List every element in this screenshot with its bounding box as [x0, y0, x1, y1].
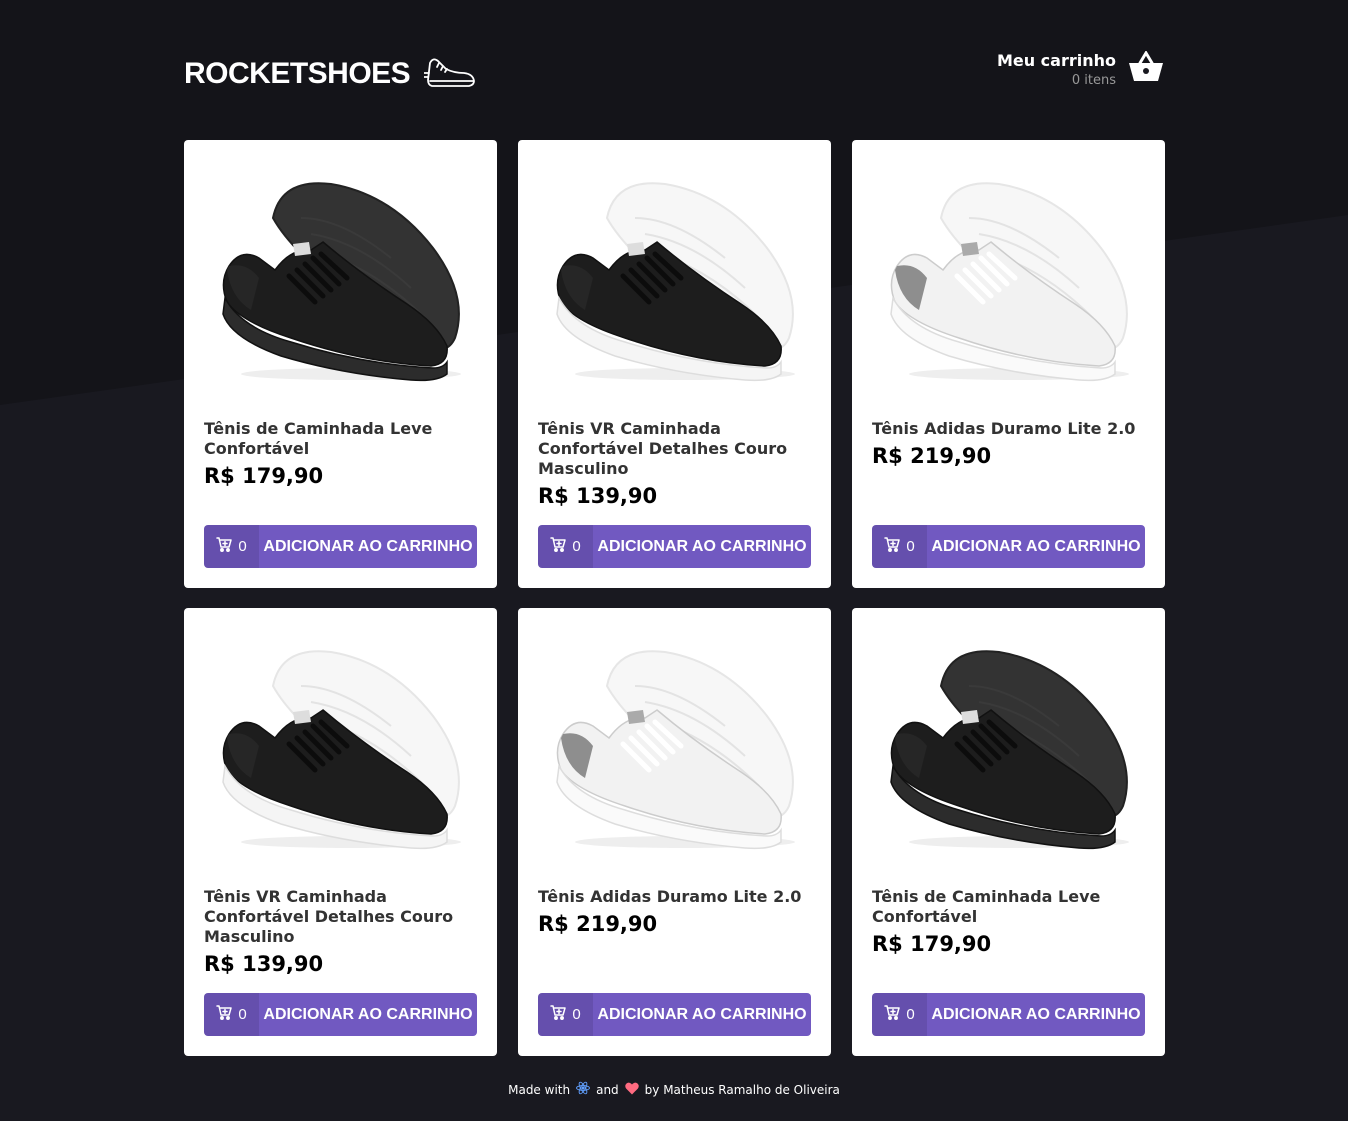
add-to-cart-label: ADICIONAR AO CARRINHO	[597, 1006, 807, 1023]
cart-title: Meu carrinho	[996, 50, 1116, 70]
product-image	[538, 628, 811, 873]
cart-amount: 0	[204, 993, 259, 1036]
product-price: R$ 219,90	[538, 912, 658, 936]
product-image	[872, 628, 1145, 873]
add-to-cart-button[interactable]: 0 ADICIONAR AO CARRINHO	[538, 525, 811, 568]
product-title: Tênis de Caminhada Leve Confortável	[872, 887, 1101, 926]
product-card: Tênis Adidas Duramo Lite 2.0 R$ 219,90 0…	[852, 140, 1165, 588]
cart-plus-icon	[884, 1005, 901, 1024]
add-to-cart-label: ADICIONAR AO CARRINHO	[931, 1006, 1141, 1023]
cart-amount-value: 0	[906, 538, 915, 555]
cart-amount-value: 0	[238, 538, 247, 555]
product-price: R$ 139,90	[538, 484, 658, 508]
product-card: Tênis VR Caminhada Confortável Detalhes …	[518, 140, 831, 588]
cart-amount-value: 0	[238, 1006, 247, 1023]
add-to-cart-label: ADICIONAR AO CARRINHO	[931, 538, 1141, 555]
cart-amount-value: 0	[906, 1006, 915, 1023]
footer-by: by Matheus Ramalho de Oliveira	[644, 1082, 840, 1097]
heart-icon	[624, 1082, 639, 1098]
react-icon	[576, 1081, 591, 1098]
add-to-cart-label: ADICIONAR AO CARRINHO	[263, 1006, 473, 1023]
product-list: Tênis de Caminhada Leve Confortável R$ 1…	[184, 140, 1165, 1056]
cart-amount: 0	[872, 993, 927, 1036]
add-to-cart-button[interactable]: 0 ADICIONAR AO CARRINHO	[538, 993, 811, 1036]
add-to-cart-button[interactable]: 0 ADICIONAR AO CARRINHO	[872, 525, 1145, 568]
cart-amount-value: 0	[572, 538, 581, 555]
cart-info: Meu carrinho 0 itens	[997, 51, 1116, 88]
shoe-logo-icon	[423, 53, 476, 95]
product-price: R$ 179,90	[204, 464, 324, 488]
header: ROCKETSHOES Meu carrinho 0 itens	[184, 0, 1164, 140]
product-title: Tênis de Caminhada Leve Confortável	[204, 419, 433, 458]
product-title: Tênis VR Caminhada Confortável Detalhes …	[538, 419, 788, 478]
add-to-cart-label: ADICIONAR AO CARRINHO	[597, 538, 807, 555]
add-to-cart-button[interactable]: 0 ADICIONAR AO CARRINHO	[204, 993, 477, 1036]
cart-plus-icon	[550, 1005, 567, 1024]
product-card: Tênis de Caminhada Leve Confortável R$ 1…	[852, 608, 1165, 1056]
footer-and: and	[596, 1082, 619, 1097]
cart-amount-value: 0	[572, 1006, 581, 1023]
product-image	[538, 160, 811, 405]
product-price: R$ 179,90	[872, 932, 992, 956]
cart-plus-icon	[550, 537, 567, 556]
product-title: Tênis VR Caminhada Confortável Detalhes …	[204, 887, 454, 946]
product-price: R$ 139,90	[204, 952, 324, 976]
product-card: Tênis VR Caminhada Confortável Detalhes …	[184, 608, 497, 1056]
add-to-cart-button[interactable]: 0 ADICIONAR AO CARRINHO	[872, 993, 1145, 1036]
product-card: Tênis de Caminhada Leve Confortável R$ 1…	[184, 140, 497, 588]
footer: Made with and by Matheus Ramalho de Oliv…	[184, 1081, 1164, 1098]
add-to-cart-label: ADICIONAR AO CARRINHO	[263, 538, 473, 555]
product-image	[204, 160, 477, 405]
cart-link[interactable]: Meu carrinho 0 itens	[997, 50, 1164, 88]
cart-amount: 0	[538, 993, 593, 1036]
cart-amount: 0	[538, 525, 593, 568]
cart-plus-icon	[216, 537, 233, 556]
footer-made-with: Made with	[508, 1082, 571, 1097]
logo[interactable]: ROCKETSHOES	[184, 53, 476, 95]
product-title: Tênis Adidas Duramo Lite 2.0	[538, 887, 802, 906]
cart-amount: 0	[204, 525, 259, 568]
product-image	[872, 160, 1145, 405]
product-card: Tênis Adidas Duramo Lite 2.0 R$ 219,90 0…	[518, 608, 831, 1056]
logo-text: ROCKETSHOES	[184, 57, 411, 90]
cart-plus-icon	[884, 537, 901, 556]
product-price: R$ 219,90	[872, 444, 992, 468]
add-to-cart-button[interactable]: 0 ADICIONAR AO CARRINHO	[204, 525, 477, 568]
basket-icon	[1128, 50, 1164, 87]
product-title: Tênis Adidas Duramo Lite 2.0	[872, 419, 1136, 438]
cart-plus-icon	[216, 1005, 233, 1024]
cart-count: 0 itens	[1071, 72, 1116, 88]
cart-amount: 0	[872, 525, 927, 568]
product-image	[204, 628, 477, 873]
